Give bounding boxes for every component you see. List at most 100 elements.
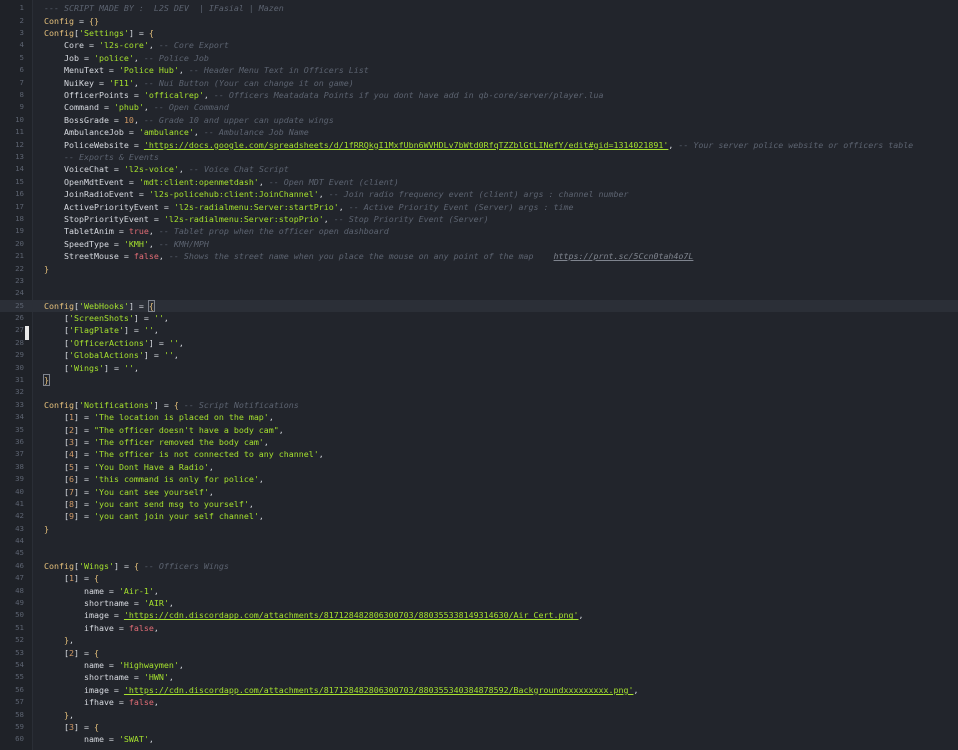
code-content[interactable]: [5] = 'You Dont Have a Radio', bbox=[44, 461, 214, 473]
code-content[interactable]: MenuText = 'Police Hub', -- Header Menu … bbox=[44, 64, 369, 76]
code-content[interactable]: Core = 'l2s-core', -- Core Export bbox=[44, 39, 229, 51]
code-line[interactable]: 12 PoliceWebsite = 'https://docs.google.… bbox=[0, 139, 958, 151]
code-line[interactable]: 18 StopPriorityEvent = 'l2s-radialmenu:S… bbox=[0, 213, 958, 225]
code-content[interactable]: OpenMdtEvent = 'mdt:client:openmetdash',… bbox=[44, 176, 399, 188]
code-content[interactable]: ifhave = false, bbox=[44, 696, 159, 708]
code-content[interactable]: ['Wings'] = '', bbox=[44, 362, 139, 374]
code-content[interactable]: [1] = 'The location is placed on the map… bbox=[44, 411, 274, 423]
code-line[interactable]: 17 ActivePriorityEvent = 'l2s-radialmenu… bbox=[0, 201, 958, 213]
code-content[interactable]: PoliceWebsite = 'https://docs.google.com… bbox=[44, 139, 913, 151]
code-content[interactable]: [7] = 'You cant see yourself', bbox=[44, 486, 214, 498]
code-content[interactable]: }, bbox=[44, 634, 74, 646]
code-content[interactable]: } bbox=[44, 523, 49, 535]
code-content[interactable]: StopPriorityEvent = 'l2s-radialmenu:Serv… bbox=[44, 213, 489, 225]
code-content[interactable]: SpeedType = 'KMH', -- KMH/MPH bbox=[44, 238, 209, 250]
code-content[interactable]: [2] = "The officer doesn't have a body c… bbox=[44, 424, 284, 436]
code-content[interactable]: [3] = { bbox=[44, 721, 99, 733]
code-content[interactable]: [2] = { bbox=[44, 647, 99, 659]
code-line[interactable]: 5 Job = 'police', -- Police Job bbox=[0, 52, 958, 64]
code-content[interactable]: [1] = { bbox=[44, 572, 99, 584]
code-line[interactable]: 29 ['GlobalActions'] = '', bbox=[0, 349, 958, 361]
code-line[interactable]: 26 ['ScreenShots'] = '', bbox=[0, 312, 958, 324]
code-line[interactable]: 53 [2] = { bbox=[0, 647, 958, 659]
code-line[interactable]: 48 name = 'Air-1', bbox=[0, 585, 958, 597]
code-line[interactable]: 2 Config = {} bbox=[0, 15, 958, 27]
code-line[interactable]: 15 OpenMdtEvent = 'mdt:client:openmetdas… bbox=[0, 176, 958, 188]
code-line[interactable]: 54 name = 'Highwaymen', bbox=[0, 659, 958, 671]
code-content[interactable]: ActivePriorityEvent = 'l2s-radialmenu:Se… bbox=[44, 201, 574, 213]
code-content[interactable]: } bbox=[44, 263, 49, 275]
code-line[interactable]: 51 ifhave = false, bbox=[0, 622, 958, 634]
code-content[interactable]: JoinRadioEvent = 'l2s-policehub:client:J… bbox=[44, 188, 629, 200]
code-content[interactable]: name = 'SWAT', bbox=[44, 733, 154, 745]
code-line[interactable]: 56 image = 'https://cdn.discordapp.com/a… bbox=[0, 684, 958, 696]
code-content[interactable]: shortname = 'AIR', bbox=[44, 597, 174, 609]
code-content[interactable]: [3] = 'The officer removed the body cam'… bbox=[44, 436, 269, 448]
code-line[interactable]: 7 NuiKey = 'F11', -- Nui Button (Your ca… bbox=[0, 77, 958, 89]
code-line[interactable]: 25 Config['WebHooks'] = { bbox=[0, 299, 958, 313]
code-line[interactable]: 39 [6] = 'this command is only for polic… bbox=[0, 473, 958, 485]
code-content[interactable]: TabletAnim = true, -- Tablet prop when t… bbox=[44, 225, 389, 237]
code-line[interactable]: 34 [1] = 'The location is placed on the … bbox=[0, 411, 958, 423]
code-content[interactable]: [8] = 'you cant send msg to yourself', bbox=[44, 498, 254, 510]
code-content[interactable]: [9] = 'you cant join your self channel', bbox=[44, 510, 264, 522]
code-line[interactable]: 16 JoinRadioEvent = 'l2s-policehub:clien… bbox=[0, 188, 958, 200]
code-editor[interactable]: 1 --- SCRIPT MADE BY : L2S DEV | IFasial … bbox=[0, 0, 958, 750]
code-line[interactable]: 59 [3] = { bbox=[0, 721, 958, 733]
code-content[interactable]: OfficerPoints = 'officalrep', -- Officer… bbox=[44, 89, 604, 101]
code-line[interactable]: 1 --- SCRIPT MADE BY : L2S DEV | IFasial … bbox=[0, 2, 958, 14]
code-line[interactable]: 10 BossGrade = 10, -- Grade 10 and upper… bbox=[0, 114, 958, 126]
code-content[interactable]: ifhave = false, bbox=[44, 622, 159, 634]
code-line[interactable]: 57 ifhave = false, bbox=[0, 696, 958, 708]
code-line[interactable]: 35 [2] = "The officer doesn't have a bod… bbox=[0, 424, 958, 436]
code-content[interactable]: --- SCRIPT MADE BY : L2S DEV | IFasial |… bbox=[44, 2, 284, 14]
code-content[interactable]: [4] = 'The officer is not connected to a… bbox=[44, 448, 324, 460]
code-content[interactable]: } bbox=[43, 374, 50, 387]
code-content[interactable]: NuiKey = 'F11', -- Nui Button (Your can … bbox=[44, 77, 354, 89]
code-content[interactable]: shortname = 'HWN', bbox=[44, 671, 174, 683]
code-content[interactable]: StreetMouse = false, -- Shows the street… bbox=[44, 250, 693, 262]
code-line[interactable]: 60 name = 'SWAT', bbox=[0, 733, 958, 745]
code-content[interactable]: ['GlobalActions'] = '', bbox=[44, 349, 179, 361]
code-line[interactable]: 13 -- Exports & Events bbox=[0, 151, 958, 163]
code-line[interactable]: 32 bbox=[0, 386, 958, 398]
code-line[interactable]: 14 VoiceChat = 'l2s-voice', -- Voice Cha… bbox=[0, 163, 958, 175]
code-line[interactable]: 23 bbox=[0, 275, 958, 287]
code-line[interactable]: 8 OfficerPoints = 'officalrep', -- Offic… bbox=[0, 89, 958, 101]
code-content[interactable]: name = 'Highwaymen', bbox=[44, 659, 184, 671]
code-content[interactable]: Config['Wings'] = { -- Officers Wings bbox=[44, 560, 229, 572]
comment-link[interactable]: https://prnt.sc/5Ccn0tah4o7L bbox=[554, 251, 694, 261]
code-content[interactable]: BossGrade = 10, -- Grade 10 and upper ca… bbox=[44, 114, 334, 126]
code-line[interactable]: 33 Config['Notifications'] = { -- Script … bbox=[0, 399, 958, 411]
code-content[interactable]: Config = {} bbox=[44, 15, 99, 27]
code-line[interactable]: 47 [1] = { bbox=[0, 572, 958, 584]
code-content[interactable]: Command = 'phub', -- Open Command bbox=[44, 101, 229, 113]
code-line[interactable]: 24 bbox=[0, 287, 958, 299]
code-line[interactable]: 42 [9] = 'you cant join your self channe… bbox=[0, 510, 958, 522]
code-line[interactable]: 52 }, bbox=[0, 634, 958, 646]
code-content[interactable]: image = 'https://cdn.discordapp.com/atta… bbox=[44, 609, 584, 621]
code-content[interactable]: Config['Notifications'] = { -- Script No… bbox=[44, 399, 299, 411]
code-content[interactable]: [6] = 'this command is only for police', bbox=[44, 473, 264, 485]
code-content[interactable]: VoiceChat = 'l2s-voice', -- Voice Chat S… bbox=[44, 163, 289, 175]
code-line[interactable]: 45 bbox=[0, 547, 958, 559]
code-content[interactable]: -- Exports & Events bbox=[44, 151, 159, 163]
code-line[interactable]: 44 bbox=[0, 535, 958, 547]
code-line[interactable]: 19 TabletAnim = true, -- Tablet prop whe… bbox=[0, 225, 958, 237]
code-line[interactable]: 43} bbox=[0, 523, 958, 535]
code-content[interactable]: }, bbox=[44, 709, 74, 721]
code-content[interactable]: ['ScreenShots'] = '', bbox=[44, 312, 169, 324]
code-line[interactable]: 21 StreetMouse = false, -- Shows the str… bbox=[0, 250, 958, 262]
code-content[interactable]: image = 'https://cdn.discordapp.com/atta… bbox=[44, 684, 639, 696]
code-line[interactable]: 38 [5] = 'You Dont Have a Radio', bbox=[0, 461, 958, 473]
code-content[interactable]: Config['WebHooks'] = { bbox=[44, 299, 155, 312]
code-line[interactable]: 27 ['FlagPlate'] = '', bbox=[0, 324, 958, 336]
code-content[interactable]: name = 'Air-1', bbox=[44, 585, 159, 597]
code-line[interactable]: 37 [4] = 'The officer is not connected t… bbox=[0, 448, 958, 460]
code-content[interactable]: Config['Settings'] = { bbox=[44, 27, 154, 39]
code-line[interactable]: 20 SpeedType = 'KMH', -- KMH/MPH bbox=[0, 238, 958, 250]
code-line[interactable]: 9 Command = 'phub', -- Open Command bbox=[0, 101, 958, 113]
code-line[interactable]: 3 Config['Settings'] = { bbox=[0, 27, 958, 39]
code-line[interactable]: 49 shortname = 'AIR', bbox=[0, 597, 958, 609]
code-lines[interactable]: 1 --- SCRIPT MADE BY : L2S DEV | IFasial … bbox=[0, 2, 958, 745]
